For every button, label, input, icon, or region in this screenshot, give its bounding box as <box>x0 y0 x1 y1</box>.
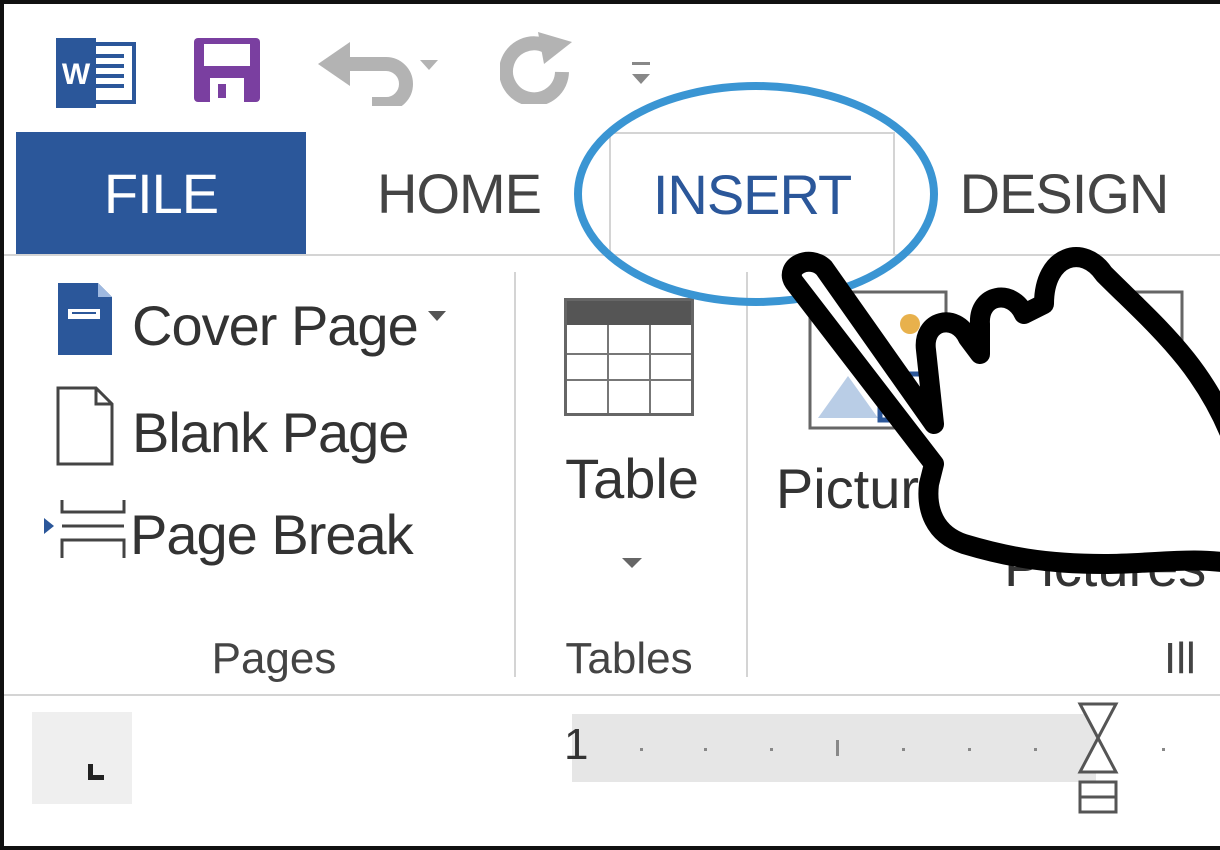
ribbon-tabs: FILE HOME INSERT DESIGN <box>4 132 1220 256</box>
indent-marker-icon[interactable] <box>1074 702 1124 818</box>
tab-stop-selector[interactable] <box>32 712 132 804</box>
ruler-tick <box>902 748 905 751</box>
online-pictures-icon <box>1024 290 1184 430</box>
ruler-number: 1 <box>564 720 589 769</box>
tab-home[interactable]: HOME <box>339 132 579 254</box>
word-window: W FILE HOME INSERT DESIGN Cover Page Bla… <box>0 0 1220 850</box>
ruler-tick <box>968 748 971 751</box>
save-icon[interactable] <box>192 38 262 102</box>
svg-text:W: W <box>62 58 91 91</box>
pages-group-label: Pages <box>211 634 337 683</box>
ruler-row: 1 <box>4 696 1220 846</box>
redo-icon[interactable] <box>499 32 580 107</box>
page-break-label: Page Break <box>130 502 414 566</box>
online-pictures-line2: Pictures <box>1004 535 1207 598</box>
tab-design[interactable]: DESIGN <box>934 132 1194 254</box>
ribbon-insert-panel: Cover Page Blank Page Page Break Pages T… <box>4 256 1220 696</box>
left-tab-icon <box>88 764 104 780</box>
customize-qat-icon[interactable] <box>624 56 658 96</box>
word-icon[interactable]: W <box>54 38 138 108</box>
ruler-tick <box>1162 748 1165 751</box>
pictures-label: Pictures <box>775 457 979 520</box>
ruler-tick <box>704 748 707 751</box>
group-divider <box>746 272 748 677</box>
blank-page-label: Blank Page <box>132 400 409 464</box>
chevron-down-icon <box>622 558 642 568</box>
cover-page-button[interactable]: Cover Page <box>54 282 446 364</box>
group-divider <box>514 272 516 677</box>
chevron-down-icon <box>427 311 446 321</box>
illustrations-group-label: Ill <box>1164 634 1196 683</box>
blank-page-icon <box>54 386 116 479</box>
ruler-tick <box>1034 748 1037 751</box>
undo-icon[interactable] <box>316 34 446 111</box>
table-button[interactable]: Table <box>552 290 712 600</box>
page-break-button[interactable]: Page Break <box>44 494 414 574</box>
tab-insert[interactable]: INSERT <box>609 132 895 254</box>
ruler-tick <box>836 740 839 756</box>
ruler-tick <box>770 748 773 751</box>
quick-access-toolbar: W <box>4 4 1220 132</box>
page-break-icon <box>44 488 128 581</box>
blank-page-button[interactable]: Blank Page <box>54 386 409 472</box>
cover-page-icon <box>54 282 116 368</box>
table-icon <box>564 298 694 416</box>
pictures-button[interactable]: Pictures <box>772 286 982 586</box>
tab-file[interactable]: FILE <box>16 132 306 254</box>
cover-page-label: Cover Page <box>132 293 419 357</box>
online-pictures-line1: Online <box>1023 461 1185 524</box>
ruler-tick <box>640 748 643 751</box>
pictures-icon <box>808 290 957 430</box>
online-pictures-label: Online Pictures <box>1004 456 1207 604</box>
online-pictures-button[interactable]: Online Pictures <box>1004 286 1220 606</box>
tables-group-label: Tables <box>565 634 693 683</box>
table-label: Table <box>565 447 699 510</box>
